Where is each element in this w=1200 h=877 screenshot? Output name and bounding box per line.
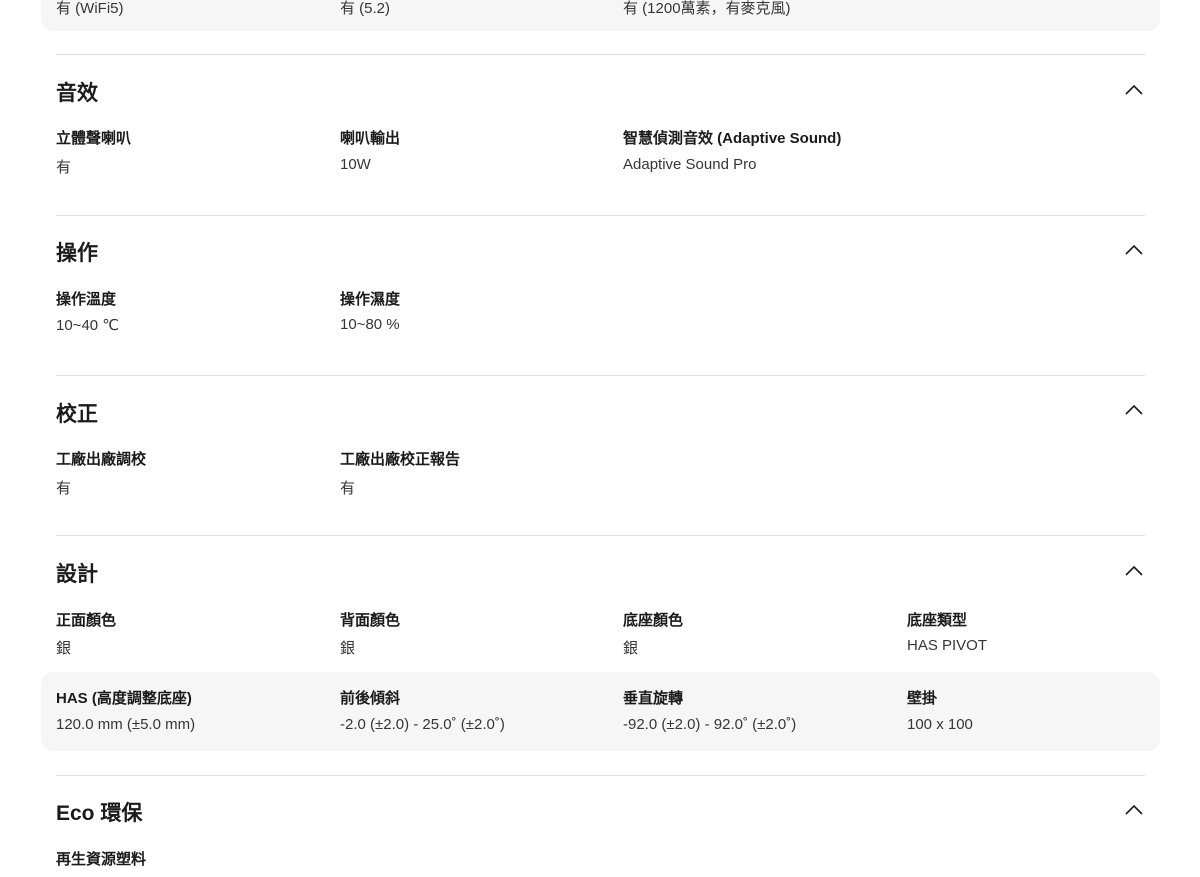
section-title-calibration[interactable]: 校正 (56, 398, 98, 428)
section-divider (56, 215, 1145, 216)
spec-label: 正面顏色 (56, 612, 117, 629)
spec-label: 前後傾斜 (340, 690, 401, 707)
spec-value: 銀 (56, 640, 72, 657)
spec-value: 10~40 ℃ (56, 317, 120, 334)
spec-label: 工廠出廠校正報告 (340, 451, 461, 468)
spec-row-band (41, 672, 1160, 751)
spec-label: 喇叭輸出 (340, 130, 401, 147)
spec-value: 有 (WiFi5) (56, 0, 124, 17)
collapse-calibration-toggle[interactable] (1122, 398, 1146, 422)
collapse-eco-toggle[interactable] (1122, 798, 1146, 822)
spec-value: 有 (56, 159, 72, 176)
section-divider (56, 535, 1145, 536)
spec-label: 工廠出廠調校 (56, 451, 147, 468)
spec-label: 底座類型 (907, 612, 968, 629)
spec-value: Adaptive Sound Pro (623, 156, 757, 173)
chevron-up-icon (1125, 565, 1143, 576)
spec-value: -92.0 (±2.0) - 92.0˚ (±2.0˚) (623, 716, 797, 733)
collapse-sound-toggle[interactable] (1122, 78, 1146, 102)
connectivity-tail-band (41, 0, 1160, 31)
chevron-up-icon (1125, 404, 1143, 415)
spec-label: HAS (高度調整底座) (56, 690, 192, 707)
section-divider (56, 375, 1145, 376)
spec-value: 銀 (340, 640, 356, 657)
spec-label: 操作溫度 (56, 291, 117, 308)
section-title-eco[interactable]: Eco 環保 (56, 797, 142, 827)
spec-label: 底座顏色 (623, 612, 684, 629)
chevron-up-icon (1125, 244, 1143, 255)
chevron-up-icon (1125, 84, 1143, 95)
spec-value: 10~80 % (340, 316, 400, 333)
spec-value: 有 (340, 480, 356, 497)
spec-value: HAS PIVOT (907, 637, 988, 654)
spec-value: 120.0 mm (±5.0 mm) (56, 716, 196, 733)
section-title-sound[interactable]: 音效 (56, 77, 98, 107)
spec-label: 壁掛 (907, 690, 938, 707)
spec-label: 垂直旋轉 (623, 690, 684, 707)
collapse-operation-toggle[interactable] (1122, 238, 1146, 262)
spec-value: 有 (1200萬素，有麥克風) (623, 0, 791, 17)
section-divider (56, 54, 1145, 55)
spec-label: 立體聲喇叭 (56, 130, 132, 147)
section-title-operation[interactable]: 操作 (56, 237, 98, 267)
spec-label: 智慧偵測音效 (Adaptive Sound) (623, 130, 842, 147)
chevron-up-icon (1125, 804, 1143, 815)
spec-value: 100 x 100 (907, 716, 973, 733)
section-divider (56, 775, 1145, 776)
spec-value: 有 (56, 480, 72, 497)
section-title-design[interactable]: 設計 (56, 558, 98, 588)
spec-label: 操作濕度 (340, 291, 401, 308)
spec-value: -2.0 (±2.0) - 25.0˚ (±2.0˚) (340, 716, 505, 733)
spec-label: 背面顏色 (340, 612, 401, 629)
spec-value: 銀 (623, 640, 639, 657)
spec-value: 有 (5.2) (340, 0, 391, 17)
collapse-design-toggle[interactable] (1122, 559, 1146, 583)
spec-value: 10W (340, 156, 371, 173)
spec-label: 再生資源塑料 (56, 851, 147, 868)
